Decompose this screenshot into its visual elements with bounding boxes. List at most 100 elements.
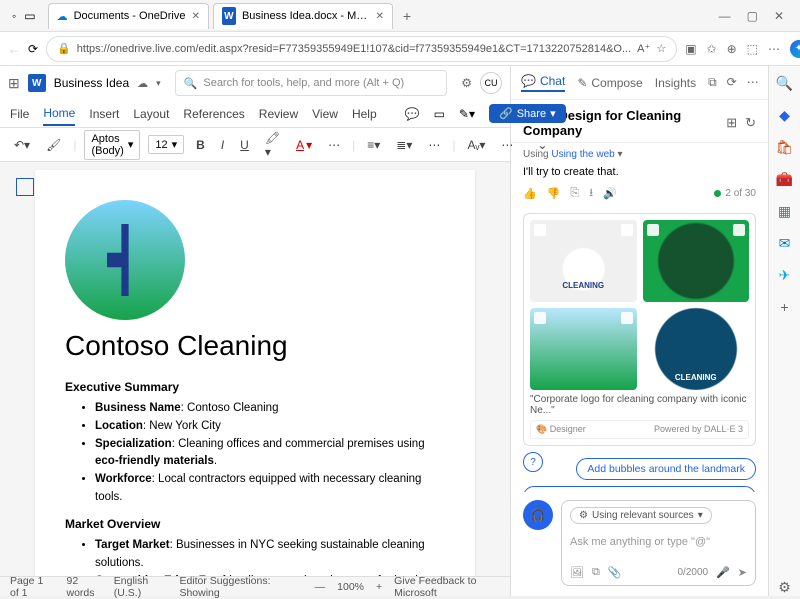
- tab-insert[interactable]: Insert: [89, 103, 119, 125]
- list-item[interactable]: Business Name: Contoso Cleaning: [95, 400, 445, 418]
- language[interactable]: English (U.S.): [114, 575, 168, 599]
- list-item[interactable]: Specialization: Cleaning offices and com…: [95, 436, 445, 472]
- copilot-input[interactable]: ⚙ Using relevant sources ▾ Ask me anythi…: [561, 500, 756, 586]
- chevron-down-icon[interactable]: ▾: [156, 78, 161, 89]
- outlook-icon[interactable]: ✉: [776, 234, 794, 252]
- read-aloud-icon[interactable]: 🔊: [603, 187, 617, 200]
- document-canvas[interactable]: Contoso Cleaning Executive Summary Busin…: [0, 162, 510, 576]
- feedback-link[interactable]: Give Feedback to Microsoft: [394, 575, 500, 599]
- options-icon[interactable]: [733, 224, 745, 236]
- new-tab-button[interactable]: +: [393, 8, 421, 24]
- font-color-button[interactable]: A▾: [292, 136, 316, 154]
- games-icon[interactable]: ▦: [776, 202, 794, 220]
- list-item[interactable]: Workforce: Local contractors equipped wi…: [95, 471, 445, 507]
- app-launcher-icon[interactable]: ⊞: [8, 75, 20, 92]
- shopping-icon[interactable]: 🛍: [776, 138, 794, 156]
- attach-file-icon[interactable]: 📎: [608, 566, 622, 579]
- options-icon[interactable]: [621, 224, 633, 236]
- search-input[interactable]: 🔍 Search for tools, help, and more (Alt …: [175, 70, 448, 96]
- expand-icon[interactable]: [647, 224, 659, 236]
- editor-status[interactable]: Editor Suggestions: Showing: [179, 575, 290, 599]
- tab-file[interactable]: File: [10, 103, 29, 125]
- tab-help[interactable]: Help: [352, 103, 377, 125]
- history-icon[interactable]: ↻: [745, 115, 756, 131]
- word-count[interactable]: 92 words: [67, 575, 102, 599]
- expand-icon[interactable]: [647, 312, 659, 324]
- page-title[interactable]: Contoso Cleaning: [65, 330, 445, 362]
- plugins-icon[interactable]: ⊞: [726, 115, 737, 131]
- designer-label[interactable]: 🎨 Designer: [536, 424, 586, 435]
- bullets-button[interactable]: ≡▾: [363, 136, 384, 154]
- add-rail-icon[interactable]: +: [776, 298, 794, 316]
- refresh-icon[interactable]: ⟳: [727, 75, 737, 90]
- styles-button[interactable]: Aᵥ▾: [463, 136, 489, 154]
- heading-market[interactable]: Market Overview: [65, 517, 445, 531]
- zoom-level[interactable]: 100%: [337, 581, 364, 593]
- comments-icon[interactable]: 💬: [405, 107, 420, 121]
- close-icon[interactable]: ✕: [191, 11, 199, 22]
- copilot-conversation[interactable]: Using Using the web ▾ I'll try to create…: [511, 143, 768, 492]
- expand-icon[interactable]: [534, 224, 546, 236]
- font-size-select[interactable]: 12 ▾: [148, 135, 184, 154]
- minimize-icon[interactable]: —: [719, 9, 731, 23]
- dislike-icon[interactable]: 👎: [547, 187, 561, 200]
- open-new-icon[interactable]: ⧉: [708, 75, 717, 90]
- more-font-button[interactable]: ⋯: [324, 136, 344, 154]
- collections-icon[interactable]: ▭: [24, 9, 35, 23]
- export-icon[interactable]: ⭳: [589, 184, 593, 203]
- mic-icon[interactable]: 🎤: [716, 566, 730, 579]
- close-window-icon[interactable]: ✕: [774, 9, 784, 23]
- options-icon[interactable]: [733, 312, 745, 324]
- copilot-tab-chat[interactable]: 💬 Chat: [521, 74, 565, 92]
- options-icon[interactable]: [621, 312, 633, 324]
- expand-icon[interactable]: [534, 312, 546, 324]
- refresh-icon[interactable]: ⟳: [28, 42, 38, 56]
- tab-view[interactable]: View: [312, 103, 338, 125]
- close-icon[interactable]: ✕: [375, 11, 383, 22]
- tab-references[interactable]: References: [183, 103, 244, 125]
- extensions-icon[interactable]: ▣: [685, 42, 696, 56]
- send-icon[interactable]: ➤: [738, 566, 747, 579]
- copy-icon[interactable]: ⎘: [570, 187, 579, 200]
- copilot-tab-compose[interactable]: ✎ Compose: [577, 76, 642, 90]
- like-icon[interactable]: 👍: [523, 187, 537, 200]
- document-name[interactable]: Business Idea: [54, 76, 129, 90]
- generated-image-4[interactable]: [643, 308, 750, 390]
- editing-mode-icon[interactable]: ✎▾: [459, 107, 475, 121]
- attach-image-icon[interactable]: 🖼: [570, 566, 584, 579]
- underline-button[interactable]: U: [236, 136, 253, 154]
- bold-button[interactable]: B: [192, 136, 209, 154]
- search-rail-icon[interactable]: 🔍: [776, 74, 794, 92]
- cloud-saved-icon[interactable]: ☁: [137, 77, 148, 90]
- browser-tab-word[interactable]: W Business Idea.docx - Microsoft W ✕: [213, 3, 393, 29]
- share-button[interactable]: 🔗 Share ▾: [489, 104, 566, 123]
- settings-rail-icon[interactable]: ⚙: [776, 578, 794, 596]
- format-painter-button[interactable]: 🖌: [42, 136, 65, 154]
- heading-exec[interactable]: Executive Summary: [65, 380, 445, 394]
- profile-icon[interactable]: ◦: [12, 9, 16, 23]
- font-family-select[interactable]: Aptos (Body) ▾: [84, 130, 140, 160]
- suggestion-help-icon[interactable]: ?: [523, 452, 543, 472]
- downloads-icon[interactable]: ⬚: [747, 42, 758, 56]
- list-item[interactable]: Location: New York City: [95, 418, 445, 436]
- tools-icon[interactable]: 🧰: [776, 170, 794, 188]
- tab-home[interactable]: Home: [43, 102, 75, 126]
- page-count[interactable]: Page 1 of 1: [10, 575, 55, 599]
- more-icon[interactable]: ⋯: [747, 75, 759, 90]
- highlight-button[interactable]: 🖍▾: [261, 129, 284, 161]
- generated-image-3[interactable]: [530, 308, 637, 390]
- browser-tab-onedrive[interactable]: ☁ Documents - OneDrive ✕: [48, 3, 209, 29]
- settings-icon[interactable]: ⚙: [461, 76, 472, 90]
- favorites-icon[interactable]: ✩: [707, 42, 717, 56]
- attach-screenshot-icon[interactable]: ⧉: [592, 566, 600, 579]
- copilot-tab-insights[interactable]: Insights: [655, 76, 696, 90]
- reader-icon[interactable]: A⁺: [637, 42, 650, 55]
- zoom-out-button[interactable]: —: [315, 581, 326, 593]
- drop-icon[interactable]: ✈: [776, 266, 794, 284]
- numbering-button[interactable]: ≣▾: [392, 136, 416, 154]
- url-input[interactable]: 🔒 https://onedrive.live.com/edit.aspx?re…: [46, 36, 677, 62]
- catchup-icon[interactable]: ▭: [434, 107, 445, 121]
- list-item[interactable]: Target Market: Businesses in NYC seeking…: [95, 537, 445, 573]
- zoom-in-button[interactable]: +: [376, 581, 382, 593]
- tab-layout[interactable]: Layout: [133, 103, 169, 125]
